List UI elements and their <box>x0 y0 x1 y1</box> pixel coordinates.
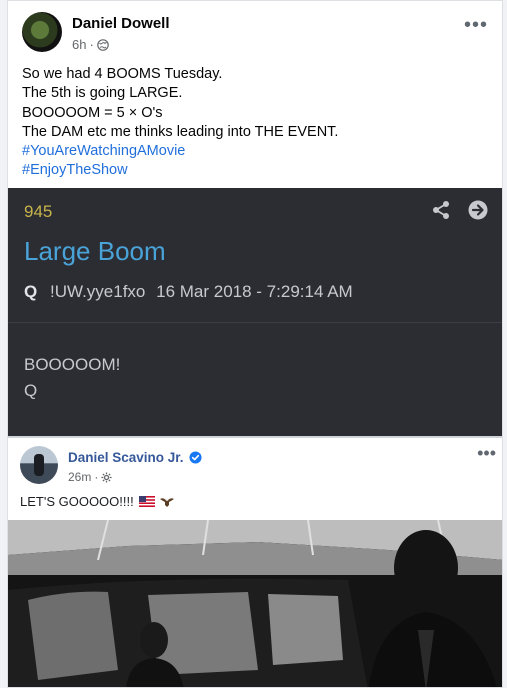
author-name[interactable]: Daniel Dowell <box>72 15 170 32</box>
meta-separator: · <box>89 37 94 52</box>
shared-author: Daniel Scavino Jr. <box>68 450 202 465</box>
card-divider <box>8 322 502 323</box>
message-line: So we had 4 BOOMS Tuesday. <box>22 66 223 82</box>
post-menu-button[interactable]: ••• <box>464 15 488 35</box>
post-header: Daniel Dowell 6h · ••• <box>22 12 488 56</box>
shared-post-status: LET'S GOOOOO!!!! <box>20 494 174 509</box>
post-message: So we had 4 BOOMS Tuesday. The 5th is go… <box>22 65 488 181</box>
drop-tripcode: !UW.yye1fxo <box>49 282 146 301</box>
drop-body-line: BOOOOOM! <box>24 355 121 374</box>
share-icon[interactable] <box>431 200 451 220</box>
verified-badge-icon <box>189 451 202 464</box>
gear-icon[interactable] <box>101 471 112 483</box>
us-flag-icon <box>138 496 155 507</box>
post-time[interactable]: 6h <box>72 37 86 52</box>
drop-timestamp: 16 Mar 2018 - 7:29:14 AM <box>156 282 353 301</box>
post-meta: 6h · <box>72 37 109 52</box>
hashtag-link[interactable]: #EnjoyTheShow <box>22 161 488 180</box>
drop-title: Large Boom <box>24 236 166 266</box>
drop-body-line: Q <box>24 381 38 400</box>
arrow-right-circle-icon[interactable] <box>468 200 488 220</box>
shared-author-name[interactable]: Daniel Scavino Jr. <box>68 450 184 465</box>
q-drop-card: 945 Large Boom Q !UW.yye1fxo 16 Mar 2018… <box>8 188 502 436</box>
author-avatar[interactable] <box>22 12 62 52</box>
drop-number: 945 <box>24 202 53 221</box>
message-line: BOOOOOM = 5 × O's <box>22 104 163 121</box>
meta-separator: · <box>94 470 99 484</box>
eagle-icon <box>159 497 174 507</box>
drop-signature-line: Q !UW.yye1fxo 16 Mar 2018 - 7:29:14 AM <box>24 282 353 302</box>
globe-icon[interactable] <box>97 38 109 51</box>
drop-body: BOOOOOM! Q <box>24 352 120 404</box>
message-line: The DAM etc me thinks leading into THE E… <box>22 123 339 140</box>
shared-post-time[interactable]: 26m <box>68 470 91 484</box>
facebook-post: Daniel Dowell 6h · ••• So we had 4 BOOMS… <box>7 0 503 688</box>
shared-post-menu-button[interactable]: ••• <box>477 444 496 462</box>
shared-author-avatar[interactable] <box>20 446 58 484</box>
drop-signature: Q <box>24 282 38 301</box>
message-line: The 5th is going LARGE. <box>22 85 183 102</box>
shared-post-meta: 26m · <box>68 470 112 484</box>
post-photo[interactable] <box>8 520 503 688</box>
shared-post-text: LET'S GOOOOO!!!! <box>20 494 134 509</box>
shared-post: Daniel Scavino Jr. 26m · ••• LET'S GOOOO… <box>8 436 503 688</box>
hashtag-link[interactable]: #YouAreWatchingAMovie <box>22 142 488 161</box>
